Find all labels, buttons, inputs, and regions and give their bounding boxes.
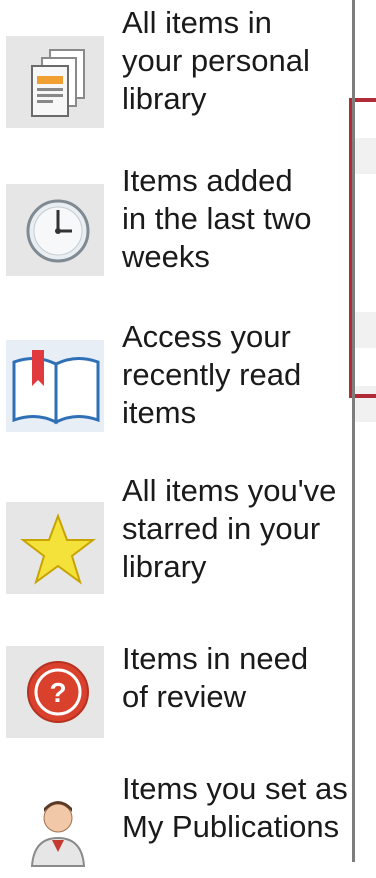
item-description: Access your recently read items bbox=[122, 319, 302, 430]
item-description: Items added in the last two weeks bbox=[122, 163, 312, 274]
item-description: All items in your personal library bbox=[122, 5, 310, 116]
clock-icon bbox=[6, 184, 104, 276]
star-icon bbox=[6, 502, 104, 594]
item-description: Items in need of review bbox=[122, 641, 309, 714]
svg-text:?: ? bbox=[49, 677, 66, 708]
question-icon: ? bbox=[6, 646, 104, 738]
open-book-icon bbox=[6, 340, 104, 432]
person-icon bbox=[6, 786, 104, 878]
library-books-icon bbox=[6, 36, 104, 128]
item-description: All items you've starred in your library bbox=[122, 473, 337, 584]
item-description: Items you set as My Publications bbox=[122, 771, 348, 844]
